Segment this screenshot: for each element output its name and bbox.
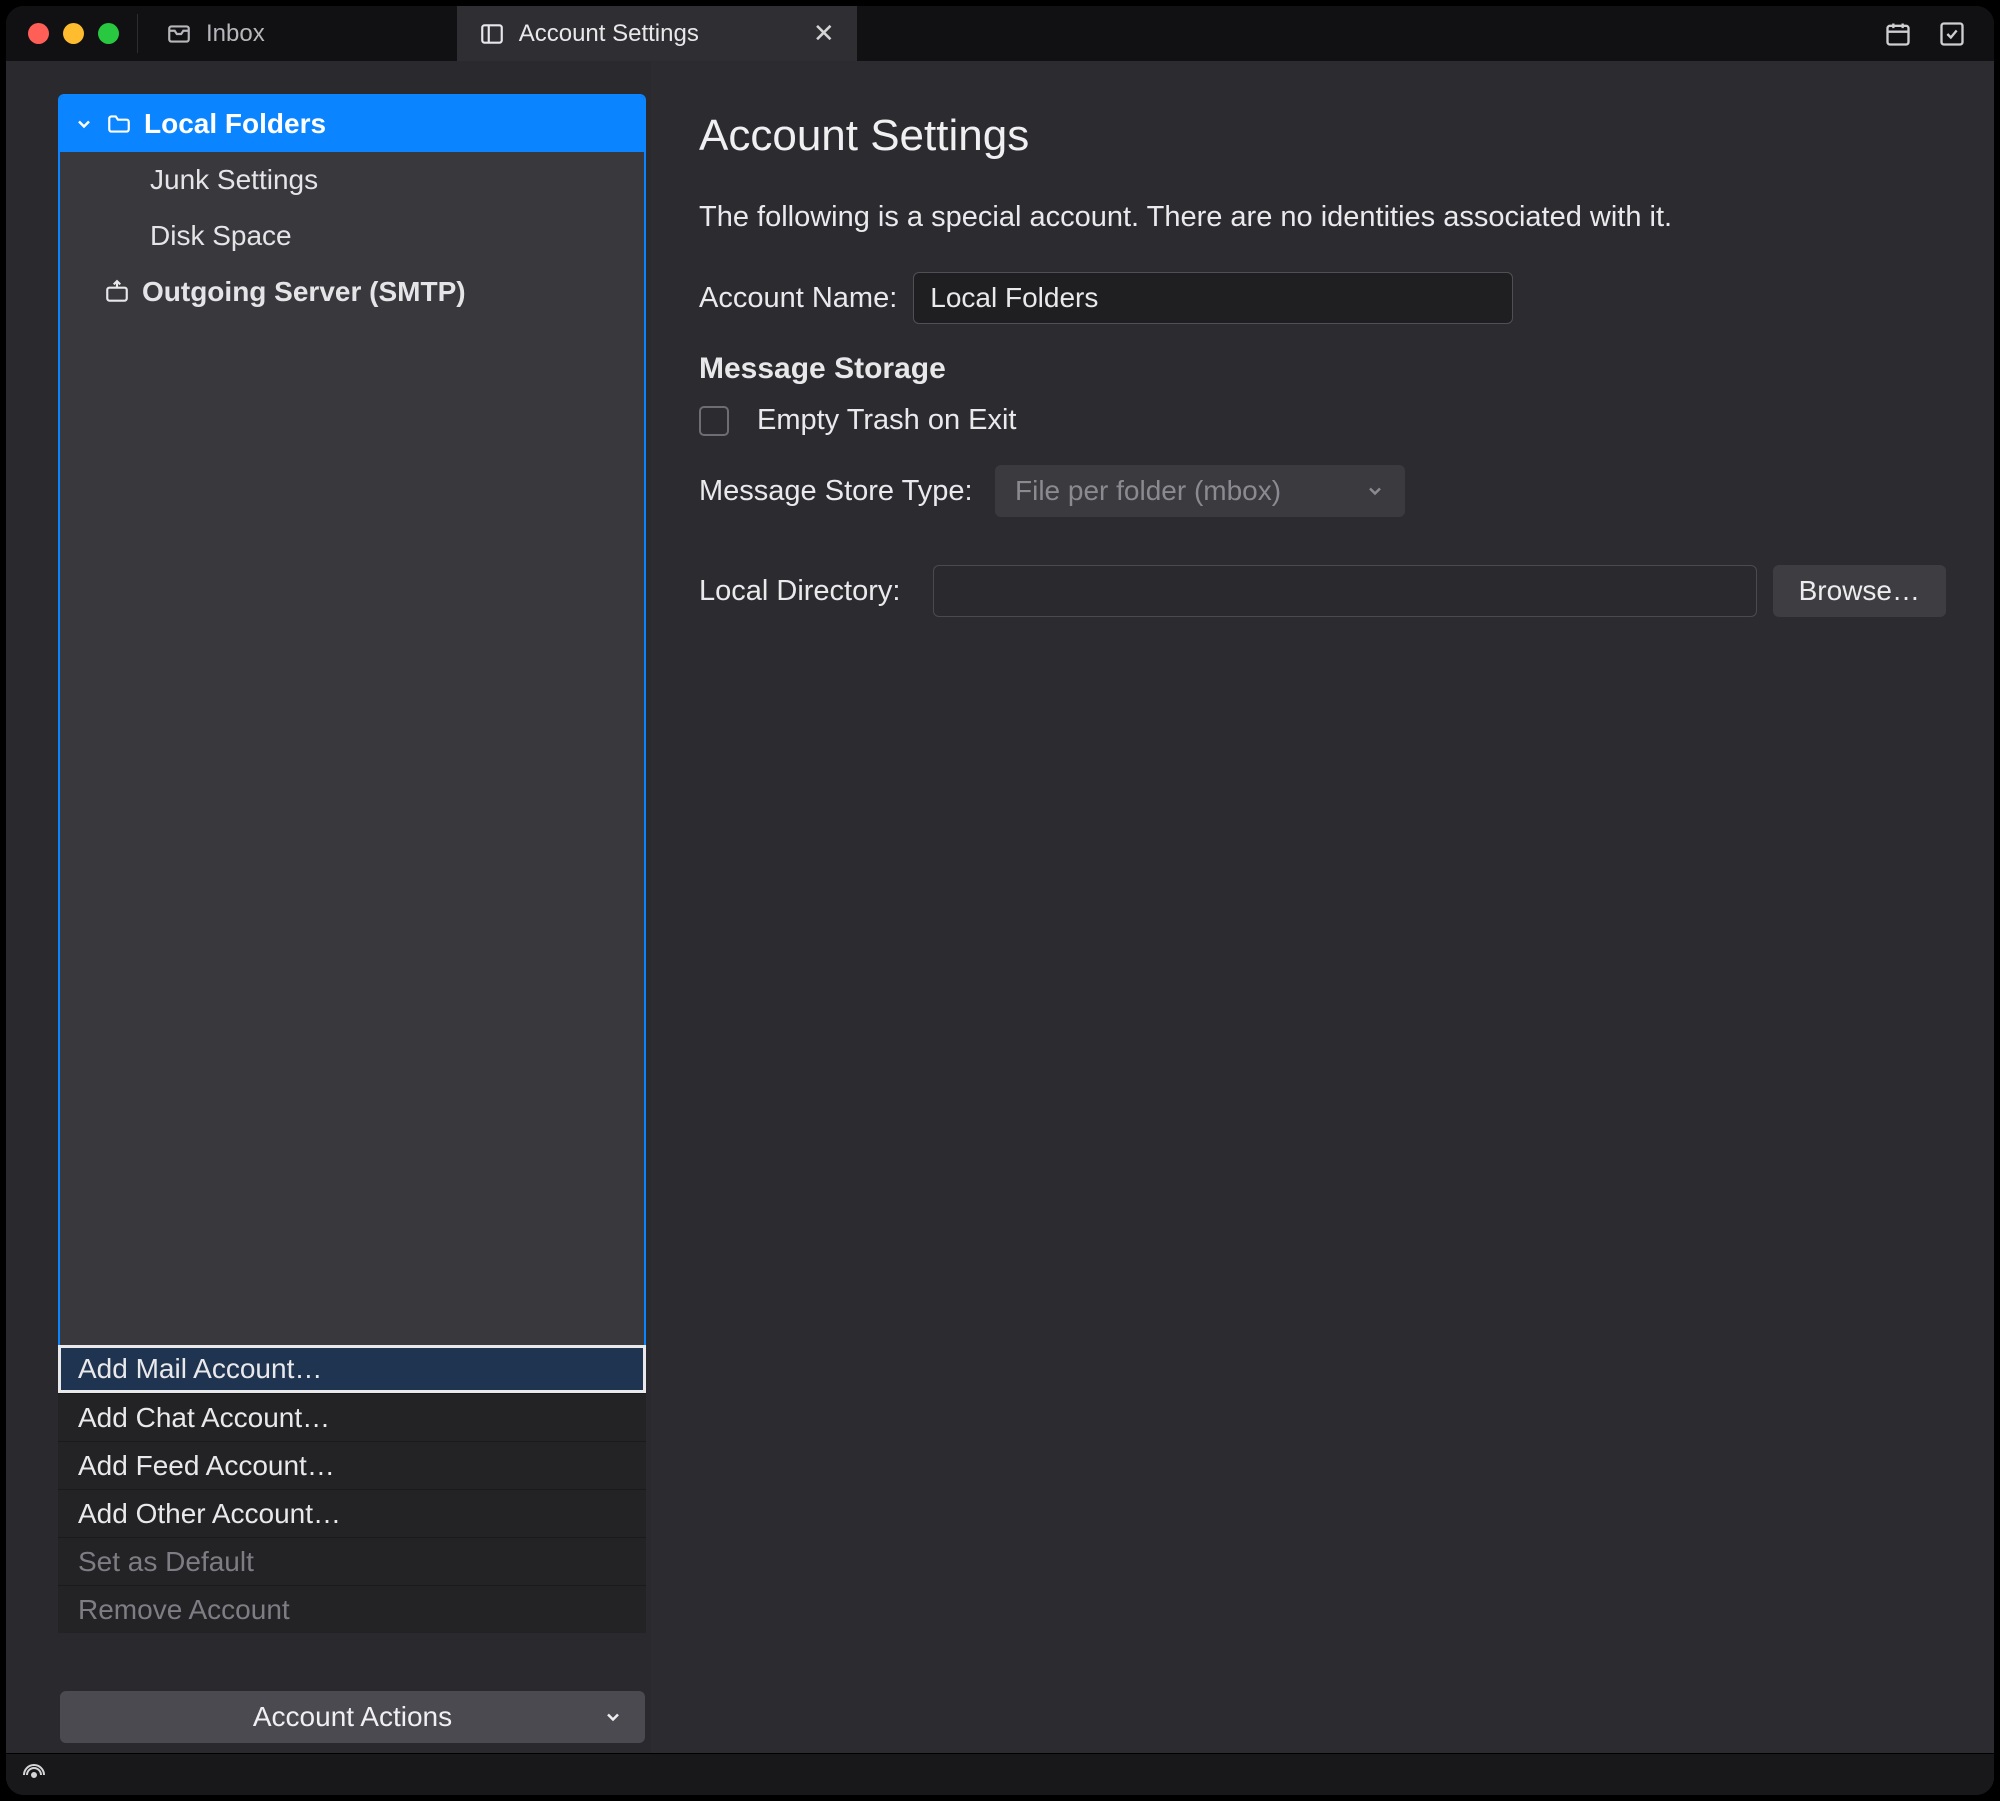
sidebar: Local Folders Junk Settings Disk Space bbox=[6, 61, 651, 1753]
local-directory-row: Local Directory: Browse… bbox=[699, 565, 1946, 617]
menu-add-other-account[interactable]: Add Other Account… bbox=[58, 1489, 646, 1537]
menu-remove-account: Remove Account bbox=[58, 1585, 646, 1633]
store-type-label: Message Store Type: bbox=[699, 475, 979, 508]
calendar-icon[interactable] bbox=[1884, 20, 1912, 48]
menu-add-mail-account[interactable]: Add Mail Account… bbox=[58, 1345, 646, 1393]
empty-trash-label: Empty Trash on Exit bbox=[757, 404, 1017, 437]
store-type-select[interactable]: File per folder (mbox) bbox=[995, 465, 1405, 517]
menu-add-feed-account[interactable]: Add Feed Account… bbox=[58, 1441, 646, 1489]
tree-node-label: Local Folders bbox=[144, 108, 326, 140]
button-label: Browse… bbox=[1799, 575, 1920, 607]
local-directory-input[interactable] bbox=[933, 565, 1757, 617]
button-label: Account Actions bbox=[253, 1701, 452, 1733]
close-tab-button[interactable]: ✕ bbox=[813, 18, 835, 49]
tab-account-settings[interactable]: Account Settings ✕ bbox=[457, 6, 857, 61]
tasks-icon[interactable] bbox=[1938, 20, 1966, 48]
inbox-icon bbox=[166, 21, 192, 47]
main-panel: Account Settings The following is a spec… bbox=[651, 61, 1994, 1753]
window-controls bbox=[6, 6, 131, 61]
menu-item-label: Set as Default bbox=[78, 1546, 254, 1578]
tree-node-junk-settings[interactable]: Junk Settings bbox=[60, 152, 644, 208]
message-storage-heading: Message Storage bbox=[699, 352, 1946, 386]
activity-icon[interactable] bbox=[22, 1763, 46, 1787]
tree-node-label: Disk Space bbox=[150, 220, 292, 252]
folder-icon bbox=[106, 111, 132, 137]
close-window-button[interactable] bbox=[28, 23, 49, 44]
chevron-down-icon bbox=[603, 1707, 623, 1727]
menu-item-label: Remove Account bbox=[78, 1594, 290, 1626]
tree-node-smtp[interactable]: Outgoing Server (SMTP) bbox=[60, 264, 644, 320]
empty-trash-row: Empty Trash on Exit bbox=[699, 404, 1946, 437]
store-type-row: Message Store Type: File per folder (mbo… bbox=[699, 465, 1946, 517]
status-bar bbox=[6, 1753, 1994, 1795]
chevron-down-icon bbox=[74, 114, 94, 134]
menu-add-chat-account[interactable]: Add Chat Account… bbox=[58, 1393, 646, 1441]
account-name-label: Account Name: bbox=[699, 282, 897, 315]
account-actions-button[interactable]: Account Actions bbox=[60, 1691, 645, 1743]
local-directory-label: Local Directory: bbox=[699, 575, 917, 608]
page-title: Account Settings bbox=[699, 111, 1946, 161]
menu-item-label: Add Chat Account… bbox=[78, 1402, 330, 1434]
chevron-down-icon bbox=[1365, 481, 1385, 501]
tree-node-label: Junk Settings bbox=[150, 164, 318, 196]
app-window: Inbox Account Settings ✕ bbox=[6, 6, 1994, 1795]
tab-label: Account Settings bbox=[519, 20, 699, 48]
zoom-window-button[interactable] bbox=[98, 23, 119, 44]
account-actions-menu: Add Mail Account… Add Chat Account… Add … bbox=[58, 1345, 646, 1633]
content-area: Local Folders Junk Settings Disk Space bbox=[6, 61, 1994, 1753]
page-description: The following is a special account. Ther… bbox=[699, 201, 1946, 234]
tree-node-label: Outgoing Server (SMTP) bbox=[142, 276, 466, 308]
empty-trash-checkbox[interactable] bbox=[699, 406, 729, 436]
menu-item-label: Add Feed Account… bbox=[78, 1450, 335, 1482]
tab-label: Inbox bbox=[206, 20, 265, 48]
tree-node-disk-space[interactable]: Disk Space bbox=[60, 208, 644, 264]
titlebar: Inbox Account Settings ✕ bbox=[6, 6, 1994, 61]
menu-item-label: Add Other Account… bbox=[78, 1498, 341, 1530]
tree-node-local-folders[interactable]: Local Folders bbox=[60, 96, 644, 152]
account-name-input[interactable] bbox=[913, 272, 1513, 324]
menu-set-default: Set as Default bbox=[58, 1537, 646, 1585]
account-name-row: Account Name: bbox=[699, 272, 1946, 324]
separator bbox=[137, 14, 138, 53]
outgoing-icon bbox=[104, 279, 130, 305]
tab-inbox[interactable]: Inbox bbox=[144, 6, 287, 61]
minimize-window-button[interactable] bbox=[63, 23, 84, 44]
browse-button[interactable]: Browse… bbox=[1773, 565, 1946, 617]
settings-panel-icon bbox=[479, 21, 505, 47]
menu-item-label: Add Mail Account… bbox=[78, 1353, 322, 1385]
select-value: File per folder (mbox) bbox=[1015, 475, 1281, 507]
